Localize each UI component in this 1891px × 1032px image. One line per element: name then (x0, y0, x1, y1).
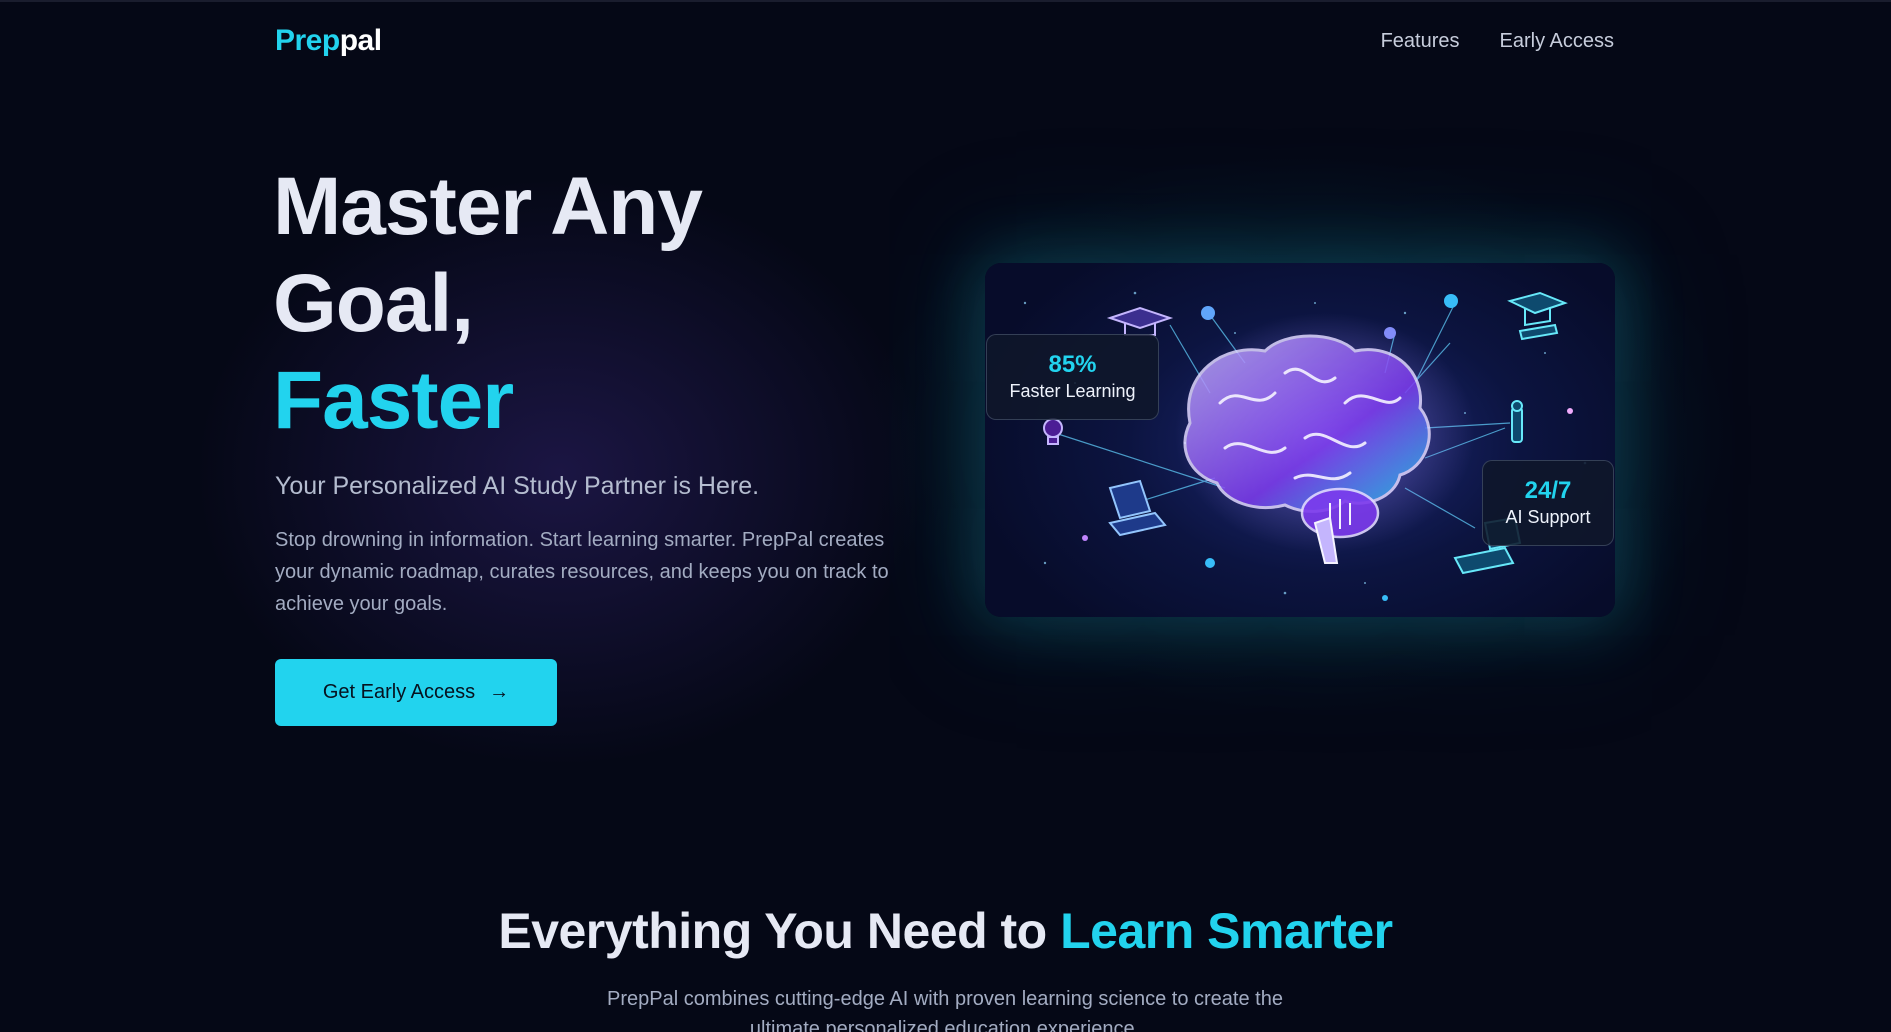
arrow-right-icon: → (489, 681, 510, 703)
features-section-description: PrepPal combines cutting-edge AI with pr… (607, 988, 1283, 1032)
features-title-accent: Learn Smarter (1060, 903, 1393, 959)
get-early-access-button[interactable]: Get Early Access → (275, 659, 557, 726)
cta-label: Get Early Access (322, 681, 476, 703)
features-title-plain: Everything You Need to (498, 903, 1061, 959)
stat-card-faster-learning: 85% Faster Learning (986, 334, 1159, 420)
stat-card-ai-support: 24/7 AI Support (1482, 460, 1614, 546)
hero-illustration (985, 263, 1615, 617)
laptop-icon (1108, 479, 1167, 537)
stat-label: AI Support (1505, 507, 1591, 527)
hero-title-line1: Master Any (273, 161, 703, 252)
graduation-cap-icon (1106, 306, 1174, 336)
brand-logo[interactable]: Preppal (275, 24, 382, 58)
nav-link-early-access[interactable]: Early Access (1500, 30, 1614, 53)
hero-title-accent: Faster (273, 355, 514, 446)
logo-part-prep: Prep (275, 24, 340, 57)
landing-page: Preppal Features Early Access Master Any… (0, 0, 1891, 1032)
hero-title-line2: Goal, (273, 258, 474, 349)
features-section-title: Everything You Need to Learn Smarter (0, 902, 1891, 960)
stat-value: 24/7 (1524, 477, 1572, 504)
pen-icon (1511, 400, 1523, 443)
stat-label: Faster Learning (1009, 381, 1136, 401)
top-nav: Preppal Features Early Access (0, 2, 1891, 82)
graduation-cap-icon-right (1507, 291, 1568, 341)
nav-link-features[interactable]: Features (1381, 30, 1460, 53)
lightbulb-icon (1043, 418, 1063, 445)
brain-network-illustration (1023, 291, 1587, 601)
hero-subtitle: Your Personalized AI Study Partner is He… (275, 472, 760, 500)
hero-description: Stop drowning in information. Start lear… (275, 529, 889, 615)
hero-title: Master Any Goal, Faster (273, 158, 973, 449)
nav-links: Features Early Access (1381, 30, 1614, 53)
stat-value: 85% (1048, 351, 1097, 378)
logo-part-pal: pal (339, 24, 382, 57)
